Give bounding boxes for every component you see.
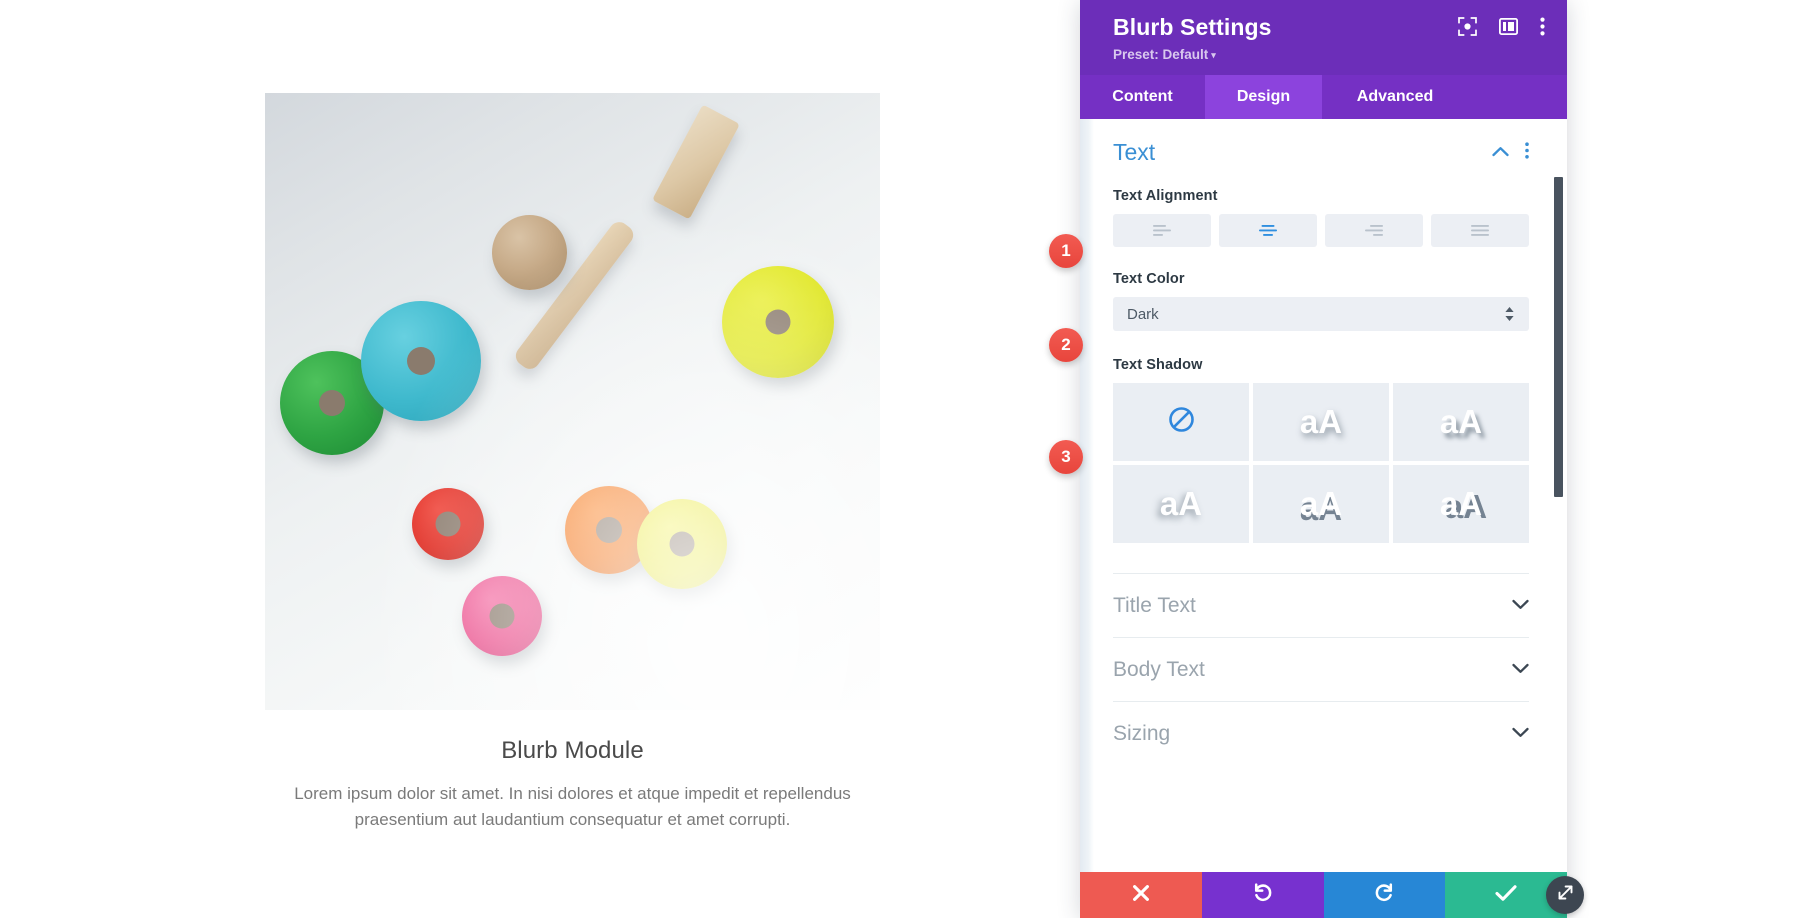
toy-disc-green: [280, 351, 384, 455]
chevron-down-icon: ▾: [1211, 50, 1216, 60]
chevron-down-icon[interactable]: [1512, 725, 1529, 743]
toy-disc-orange: [565, 486, 653, 574]
undo-button[interactable]: [1201, 872, 1324, 918]
shadow-sample-glyph: aA: [1299, 403, 1343, 440]
undo-icon: [1252, 882, 1273, 908]
settings-panel-body: Text Text Alignment Text Color Dark Text…: [1080, 119, 1567, 872]
text-alignment-group: [1113, 214, 1529, 247]
blurb-module[interactable]: Blurb Module Lorem ipsum dolor sit amet.…: [265, 93, 880, 834]
preset-selector[interactable]: Preset: Default ▾: [1113, 47, 1545, 62]
shadow-left-glow-option[interactable]: aA: [1113, 465, 1249, 543]
toy-hammer-handle: [511, 218, 638, 373]
preset-label: Preset: Default: [1113, 47, 1209, 62]
toy-disc-pink: [462, 576, 542, 656]
align-left-button[interactable]: [1113, 214, 1211, 247]
scrollbar-thumb[interactable]: [1554, 177, 1563, 497]
no-shadow-icon: [1168, 406, 1195, 438]
text-shadow-group: aA aA aA aA aA: [1113, 383, 1529, 543]
modal-header-icons: [1458, 17, 1545, 36]
toy-disc-yellow-large: [722, 266, 834, 378]
align-justify-button[interactable]: [1431, 214, 1529, 247]
resize-handle[interactable]: [1546, 876, 1584, 914]
cancel-button[interactable]: [1080, 872, 1202, 918]
shadow-hard-down-option[interactable]: aA: [1253, 465, 1389, 543]
blurb-body-text: Lorem ipsum dolor sit amet. In nisi dolo…: [294, 784, 851, 830]
text-color-field: Dark: [1113, 297, 1529, 331]
panel-scrollbar[interactable]: [1554, 119, 1563, 872]
more-vertical-icon[interactable]: [1525, 141, 1529, 164]
panel-left-edge: [1080, 119, 1094, 872]
close-icon: [1132, 884, 1150, 907]
shadow-offset-down-option[interactable]: aA: [1393, 383, 1529, 461]
shadow-soft-down-option[interactable]: aA: [1253, 383, 1389, 461]
blurb-title: Blurb Module: [501, 737, 644, 764]
chevron-down-icon[interactable]: [1512, 661, 1529, 679]
accordion-sizing[interactable]: Sizing: [1113, 702, 1529, 765]
check-icon: [1495, 884, 1517, 907]
focus-target-icon[interactable]: [1458, 17, 1477, 36]
section-tools: [1492, 141, 1529, 164]
screen-root: Blurb Module Lorem ipsum dolor sit amet.…: [0, 0, 1800, 918]
layout-panel-icon[interactable]: [1499, 18, 1518, 35]
accordion-label: Body Text: [1113, 657, 1205, 681]
accordion-label: Title Text: [1113, 593, 1196, 617]
accordion-title-text[interactable]: Title Text: [1113, 574, 1529, 637]
more-vertical-icon[interactable]: [1540, 17, 1545, 36]
toy-disc-red: [412, 488, 484, 560]
align-center-button[interactable]: [1219, 214, 1317, 247]
chevron-up-icon[interactable]: [1492, 144, 1509, 162]
tab-content[interactable]: Content: [1080, 75, 1205, 119]
modal-tabs: Content Design Advanced: [1080, 75, 1567, 119]
resize-diagonal-icon: [1556, 883, 1575, 907]
shadow-sample-glyph: aA: [1439, 403, 1483, 440]
shadow-hard-right-option[interactable]: aA: [1393, 465, 1529, 543]
shadow-sample-glyph: aA: [1299, 485, 1343, 522]
text-shadow-label: Text Shadow: [1113, 357, 1203, 373]
text-section-header[interactable]: Text: [1113, 139, 1529, 166]
blurb-settings-modal: Blurb Settings Preset: Default ▾ Content…: [1080, 0, 1584, 918]
shadow-sample-glyph: aA: [1159, 485, 1203, 522]
shadow-none-option[interactable]: [1113, 383, 1249, 461]
step-badge-3: 3: [1049, 440, 1083, 474]
redo-icon: [1374, 882, 1395, 908]
modal-footer: [1080, 872, 1567, 918]
toy-disc-yellow-small: [637, 499, 727, 589]
shadow-sample-glyph: aA: [1439, 485, 1483, 522]
step-badge-2: 2: [1049, 328, 1083, 362]
align-right-button[interactable]: [1325, 214, 1423, 247]
tab-advanced[interactable]: Advanced: [1322, 75, 1468, 119]
toy-disc-teal: [361, 301, 481, 421]
tab-design[interactable]: Design: [1205, 75, 1322, 119]
blurb-image: [265, 93, 880, 710]
section-title-text: Text: [1113, 139, 1156, 165]
toy-wooden-ball: [492, 215, 567, 290]
step-badge-1: 1: [1049, 234, 1083, 268]
text-alignment-label: Text Alignment: [1113, 188, 1218, 204]
text-color-label: Text Color: [1113, 271, 1185, 287]
settings-content: Text Text Alignment Text Color Dark Text…: [1080, 119, 1567, 765]
modal-header: Blurb Settings Preset: Default ▾: [1080, 0, 1567, 75]
accordion-body-text[interactable]: Body Text: [1113, 638, 1529, 701]
text-color-value: Dark: [1127, 305, 1159, 323]
sort-arrows-icon[interactable]: [1504, 306, 1515, 322]
toy-hammer-head: [652, 104, 740, 220]
text-color-select[interactable]: Dark: [1113, 297, 1529, 331]
page-preview-area: Blurb Module Lorem ipsum dolor sit amet.…: [0, 0, 1080, 918]
accordion-label: Sizing: [1113, 721, 1171, 745]
redo-button[interactable]: [1323, 872, 1446, 918]
chevron-down-icon[interactable]: [1512, 597, 1529, 615]
